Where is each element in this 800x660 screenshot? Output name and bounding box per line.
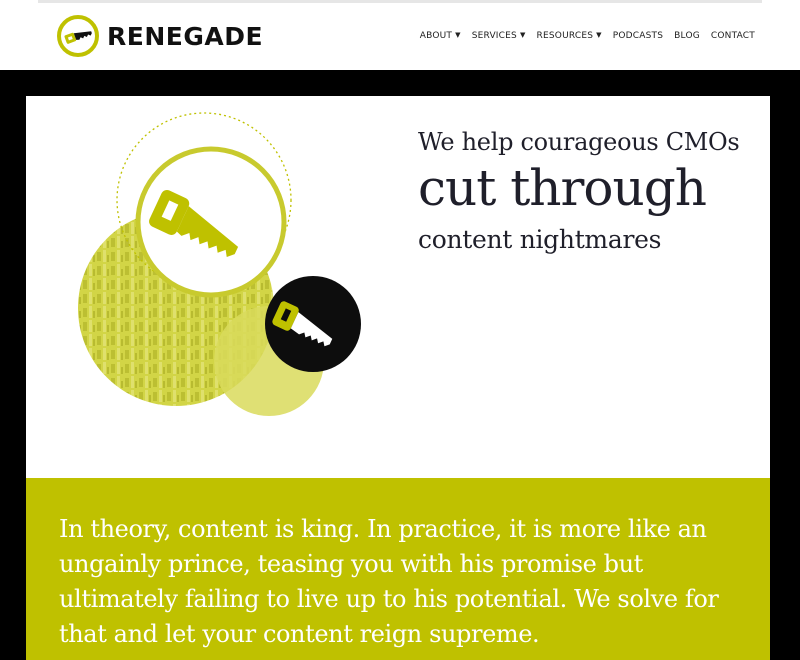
hero-line-3: content nightmares xyxy=(418,224,662,254)
hero-line-2: cut through xyxy=(418,159,707,217)
hero-section: We help courageous CMOs cut through cont… xyxy=(26,96,770,478)
nav-item-contact[interactable]: CONTACT xyxy=(711,31,755,41)
caret-down-icon: ▼ xyxy=(455,31,461,39)
nav-item-podcasts[interactable]: PODCASTS xyxy=(613,31,663,41)
saw-icon xyxy=(57,15,99,57)
hero-line-1: We help courageous CMOs xyxy=(418,128,740,156)
nav-item-services[interactable]: SERVICES ▼ xyxy=(472,31,526,41)
intro-text: In theory, content is king. In practice,… xyxy=(59,515,719,648)
intro-band: In theory, content is king. In practice,… xyxy=(26,478,770,660)
site-header: RENEGADE ABOUT ▼ SERVICES ▼ RESOURCES ▼ POD… xyxy=(0,5,800,70)
nav-label: PODCASTS xyxy=(612,31,664,41)
nav-label: ABOUT xyxy=(419,31,453,41)
nav-label: BLOG xyxy=(674,31,700,41)
nav-label: SERVICES xyxy=(471,31,517,41)
top-strip-bar xyxy=(38,0,762,3)
hero-illustration xyxy=(78,112,361,416)
nav-label: RESOURCES xyxy=(536,31,594,41)
hero-headline: We help courageous CMOs cut through cont… xyxy=(418,128,740,254)
nav-label: CONTACT xyxy=(710,31,755,41)
nav-item-about[interactable]: ABOUT ▼ xyxy=(420,31,461,41)
nav-item-resources[interactable]: RESOURCES ▼ xyxy=(537,31,602,41)
caret-down-icon: ▼ xyxy=(596,31,602,39)
nav-item-blog[interactable]: BLOG xyxy=(674,31,700,41)
brand-name: RENEGADE xyxy=(107,21,264,51)
caret-down-icon: ▼ xyxy=(519,31,526,39)
page: RENEGADE ABOUT ▼ SERVICES ▼ RESOURCES ▼ POD… xyxy=(0,0,800,660)
main-nav: ABOUT ▼ SERVICES ▼ RESOURCES ▼ PODCASTS BLO… xyxy=(409,31,755,41)
logo[interactable]: RENEGADE xyxy=(57,15,263,57)
